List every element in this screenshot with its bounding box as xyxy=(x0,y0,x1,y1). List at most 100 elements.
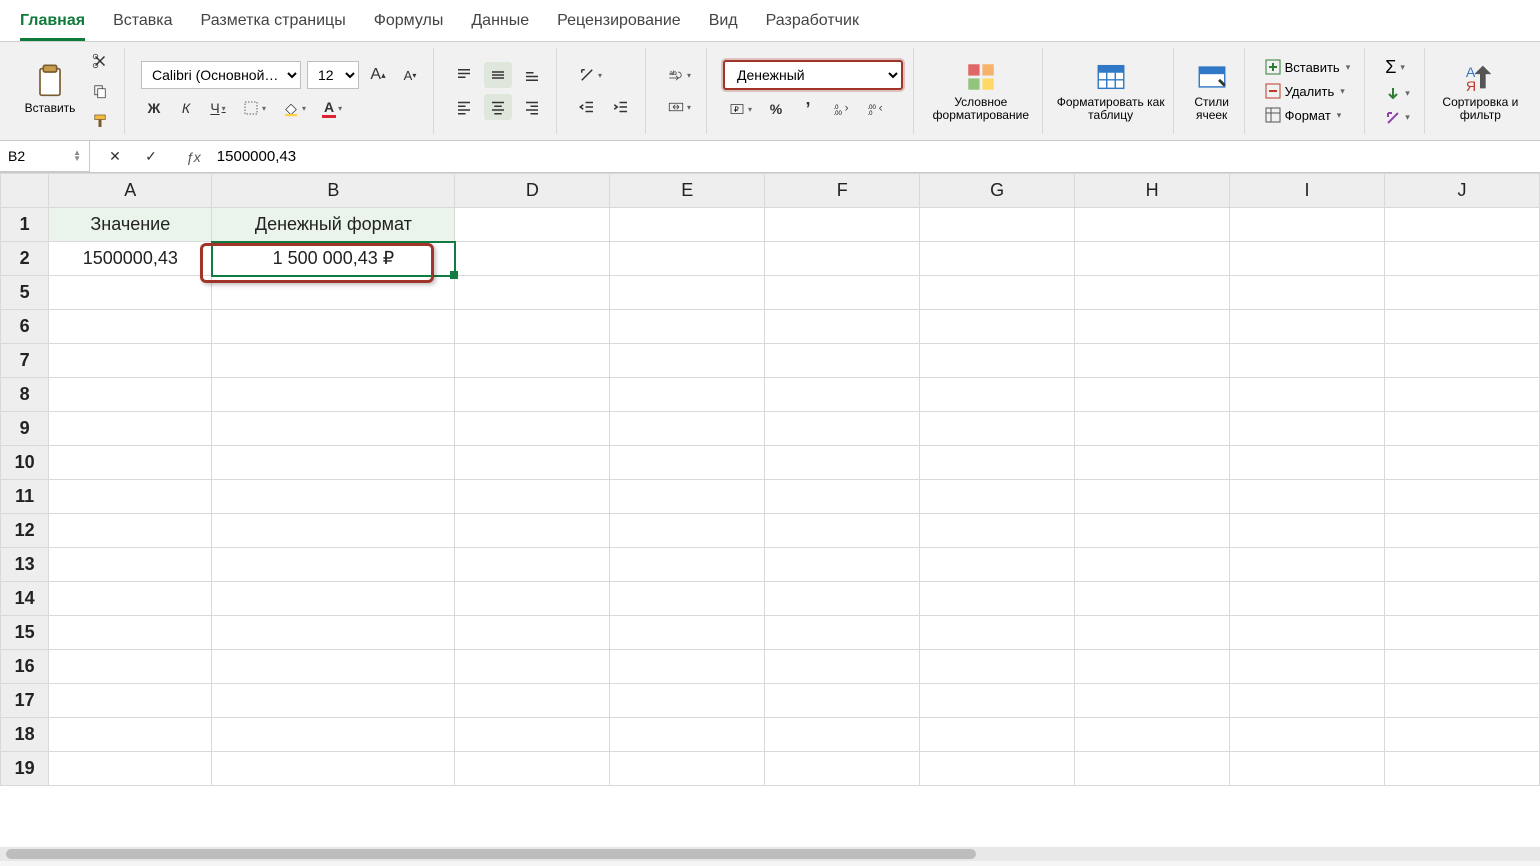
cell-E10[interactable] xyxy=(610,446,765,480)
cut-button[interactable] xyxy=(86,48,114,74)
increase-font-button[interactable]: A▴ xyxy=(365,62,391,88)
row-header-7[interactable]: 7 xyxy=(1,344,49,378)
fill-button[interactable]: ▾ xyxy=(1381,85,1414,103)
cell-E8[interactable] xyxy=(610,378,765,412)
comma-style-button[interactable]: ’ xyxy=(795,96,821,122)
cell-I9[interactable] xyxy=(1230,412,1385,446)
cell-D6[interactable] xyxy=(455,310,610,344)
cell-G8[interactable] xyxy=(920,378,1075,412)
cell-J7[interactable] xyxy=(1384,344,1539,378)
cell-I11[interactable] xyxy=(1230,480,1385,514)
accounting-format-button[interactable]: ₽ xyxy=(723,96,757,122)
row-header-12[interactable]: 12 xyxy=(1,514,49,548)
cell-B15[interactable] xyxy=(212,616,455,650)
cell-H7[interactable] xyxy=(1075,344,1230,378)
cell-G18[interactable] xyxy=(920,718,1075,752)
cell-G13[interactable] xyxy=(920,548,1075,582)
cell-B5[interactable] xyxy=(212,276,455,310)
cell-I13[interactable] xyxy=(1230,548,1385,582)
cell-E14[interactable] xyxy=(610,582,765,616)
cell-E2[interactable] xyxy=(610,242,765,276)
cell-J14[interactable] xyxy=(1384,582,1539,616)
cell-D17[interactable] xyxy=(455,684,610,718)
cell-E1[interactable] xyxy=(610,208,765,242)
cell-I18[interactable] xyxy=(1230,718,1385,752)
cell-H14[interactable] xyxy=(1075,582,1230,616)
cell-J15[interactable] xyxy=(1384,616,1539,650)
cell-A19[interactable] xyxy=(49,752,212,786)
cell-D13[interactable] xyxy=(455,548,610,582)
cell-A18[interactable] xyxy=(49,718,212,752)
cell-E11[interactable] xyxy=(610,480,765,514)
cell-F5[interactable] xyxy=(765,276,920,310)
wrap-text-button[interactable]: ab xyxy=(662,62,696,88)
delete-cells-button[interactable]: Удалить▾ xyxy=(1261,82,1355,100)
align-middle-button[interactable] xyxy=(484,62,512,88)
tab-review[interactable]: Рецензирование xyxy=(557,8,681,41)
cell-G11[interactable] xyxy=(920,480,1075,514)
cell-H1[interactable] xyxy=(1075,208,1230,242)
cell-A15[interactable] xyxy=(49,616,212,650)
col-header-G[interactable]: G xyxy=(920,174,1075,208)
row-header-17[interactable]: 17 xyxy=(1,684,49,718)
borders-button[interactable] xyxy=(237,95,271,121)
cell-B14[interactable] xyxy=(212,582,455,616)
cell-I1[interactable] xyxy=(1230,208,1385,242)
align-bottom-button[interactable] xyxy=(518,62,546,88)
row-header-16[interactable]: 16 xyxy=(1,650,49,684)
orientation-button[interactable] xyxy=(573,62,607,88)
row-header-14[interactable]: 14 xyxy=(1,582,49,616)
cell-A13[interactable] xyxy=(49,548,212,582)
cell-F14[interactable] xyxy=(765,582,920,616)
cell-J1[interactable] xyxy=(1384,208,1539,242)
cell-A14[interactable] xyxy=(49,582,212,616)
cell-A16[interactable] xyxy=(49,650,212,684)
row-header-10[interactable]: 10 xyxy=(1,446,49,480)
row-header-9[interactable]: 9 xyxy=(1,412,49,446)
cell-J2[interactable] xyxy=(1384,242,1539,276)
copy-button[interactable] xyxy=(86,78,114,104)
cell-I10[interactable] xyxy=(1230,446,1385,480)
cell-F8[interactable] xyxy=(765,378,920,412)
cell-H11[interactable] xyxy=(1075,480,1230,514)
cell-I14[interactable] xyxy=(1230,582,1385,616)
cell-G14[interactable] xyxy=(920,582,1075,616)
horizontal-scrollbar[interactable] xyxy=(0,847,1540,861)
cell-H2[interactable] xyxy=(1075,242,1230,276)
cell-I16[interactable] xyxy=(1230,650,1385,684)
cell-B6[interactable] xyxy=(212,310,455,344)
autosum-button[interactable]: Σ▾ xyxy=(1381,56,1414,79)
cell-E17[interactable] xyxy=(610,684,765,718)
cell-H19[interactable] xyxy=(1075,752,1230,786)
align-right-button[interactable] xyxy=(518,94,546,120)
cell-E7[interactable] xyxy=(610,344,765,378)
conditional-formatting-button[interactable]: Условное форматирование xyxy=(920,48,1043,134)
col-header-E[interactable]: E xyxy=(610,174,765,208)
cell-F7[interactable] xyxy=(765,344,920,378)
font-size-select[interactable]: 12 xyxy=(307,61,359,89)
cancel-formula-button[interactable]: ✕ xyxy=(102,144,128,170)
cell-F1[interactable] xyxy=(765,208,920,242)
cell-A11[interactable] xyxy=(49,480,212,514)
cell-D2[interactable] xyxy=(455,242,610,276)
cell-I19[interactable] xyxy=(1230,752,1385,786)
decrease-indent-button[interactable] xyxy=(573,94,601,120)
format-cells-button[interactable]: Формат▾ xyxy=(1261,106,1355,124)
cell-F10[interactable] xyxy=(765,446,920,480)
increase-decimal-button[interactable]: .0.00 xyxy=(827,96,855,122)
row-header-18[interactable]: 18 xyxy=(1,718,49,752)
scrollbar-thumb[interactable] xyxy=(6,849,976,859)
cell-A2[interactable]: 1500000,43 xyxy=(49,242,212,276)
insert-cells-button[interactable]: Вставить▾ xyxy=(1261,58,1355,76)
cell-D7[interactable] xyxy=(455,344,610,378)
bold-button[interactable]: Ж xyxy=(141,95,167,121)
cell-B8[interactable] xyxy=(212,378,455,412)
row-header-1[interactable]: 1 xyxy=(1,208,49,242)
cell-B10[interactable] xyxy=(212,446,455,480)
formula-input[interactable] xyxy=(211,148,1540,165)
tab-view[interactable]: Вид xyxy=(709,8,738,41)
cell-E19[interactable] xyxy=(610,752,765,786)
cell-G10[interactable] xyxy=(920,446,1075,480)
cell-F17[interactable] xyxy=(765,684,920,718)
tab-developer[interactable]: Разработчик xyxy=(766,8,859,41)
